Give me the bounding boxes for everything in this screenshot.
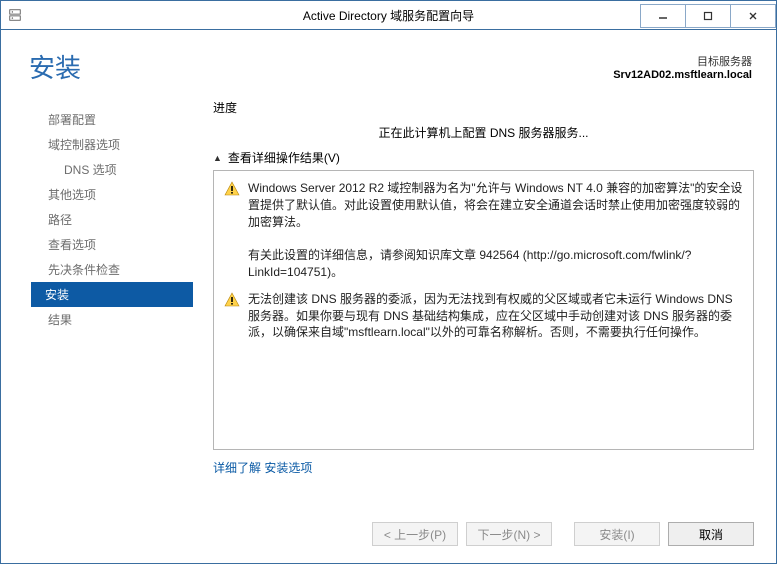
progress-label: 进度 [213, 99, 754, 116]
sidebar-item-4[interactable]: 路径 [40, 207, 191, 232]
learn-more-link[interactable]: 详细了解 安装选项 [213, 461, 312, 475]
main-content: 进度 正在此计算机上配置 DNS 服务器服务... ▲ 查看详细操作结果(V) … [191, 91, 776, 505]
button-bar: < 上一步(P) 下一步(N) > 安装(I) 取消 [1, 505, 776, 563]
warning-row: 无法创建该 DNS 服务器的委派，因为无法找到有权威的父区域或者它未运行 Win… [224, 291, 743, 341]
target-server-label: 目标服务器 [613, 53, 752, 69]
footer-link-row: 详细了解 安装选项 [213, 459, 754, 476]
expander-label: 查看详细操作结果(V) [228, 149, 340, 166]
results-expander[interactable]: ▲ 查看详细操作结果(V) [213, 149, 754, 166]
close-icon [748, 11, 758, 21]
results-box: Windows Server 2012 R2 域控制器为名为"允许与 Windo… [213, 170, 754, 450]
sidebar-item-7: 安装 [31, 282, 193, 307]
titlebar: Active Directory 域服务配置向导 [1, 1, 776, 30]
target-server: 目标服务器 Srv12AD02.msftlearn.local [613, 53, 752, 81]
warning-icon [224, 292, 240, 308]
warning-icon [224, 181, 240, 197]
sidebar-item-5[interactable]: 查看选项 [40, 232, 191, 257]
cancel-button[interactable]: 取消 [668, 522, 754, 546]
server-icon [8, 8, 22, 22]
warning-text: Windows Server 2012 R2 域控制器为名为"允许与 Windo… [248, 180, 743, 281]
maximize-button[interactable] [685, 4, 731, 28]
sidebar-item-3[interactable]: 其他选项 [40, 182, 191, 207]
maximize-icon [703, 11, 713, 21]
minimize-icon [658, 11, 668, 21]
chevron-up-icon: ▲ [213, 153, 222, 163]
window-controls [640, 4, 776, 26]
warning-row: Windows Server 2012 R2 域控制器为名为"允许与 Windo… [224, 180, 743, 281]
wizard-body: 部署配置域控制器选项DNS 选项其他选项路径查看选项先决条件检查安装结果 进度 … [1, 91, 776, 505]
target-server-value: Srv12AD02.msftlearn.local [613, 69, 752, 81]
sidebar: 部署配置域控制器选项DNS 选项其他选项路径查看选项先决条件检查安装结果 [1, 91, 191, 505]
next-button: 下一步(N) > [466, 522, 552, 546]
progress-message: 正在此计算机上配置 DNS 服务器服务... [213, 124, 754, 141]
page-title: 安装 [29, 48, 81, 85]
warning-text: 无法创建该 DNS 服务器的委派，因为无法找到有权威的父区域或者它未运行 Win… [248, 291, 743, 341]
window-title: Active Directory 域服务配置向导 [303, 7, 474, 24]
sidebar-item-0[interactable]: 部署配置 [40, 107, 191, 132]
sidebar-item-6[interactable]: 先决条件检查 [40, 257, 191, 282]
minimize-button[interactable] [640, 4, 686, 28]
sidebar-item-2[interactable]: DNS 选项 [40, 157, 191, 182]
close-button[interactable] [730, 4, 776, 28]
app-icon [1, 1, 29, 29]
prev-button: < 上一步(P) [372, 522, 458, 546]
sidebar-item-1[interactable]: 域控制器选项 [40, 132, 191, 157]
wizard-header: 安装 目标服务器 Srv12AD02.msftlearn.local [1, 30, 776, 91]
wizard-window: { "window": { "title": "Active Directory… [0, 0, 777, 564]
sidebar-item-8[interactable]: 结果 [40, 307, 191, 332]
install-button: 安装(I) [574, 522, 660, 546]
